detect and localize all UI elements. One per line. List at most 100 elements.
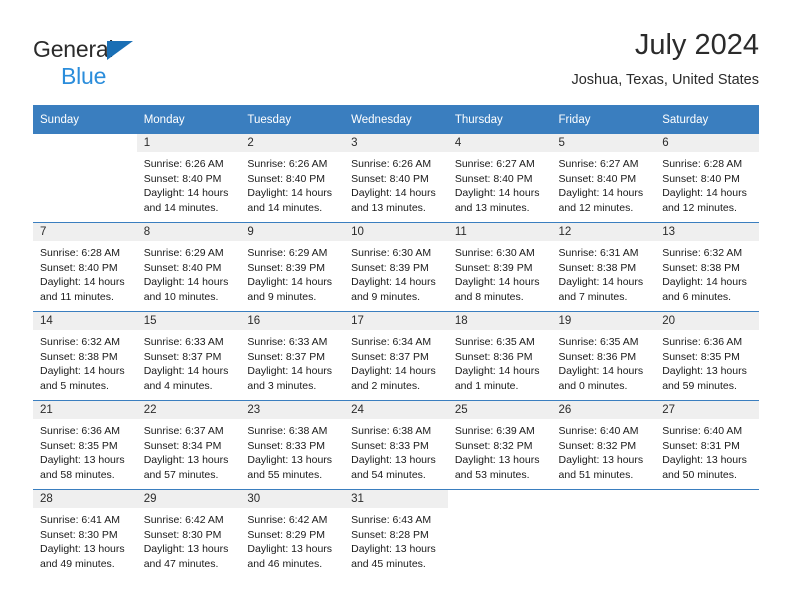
daylight-text-line2: and 13 minutes. bbox=[351, 201, 426, 214]
calendar-page: General Blue July 2024 Joshua, Texas, Un… bbox=[0, 0, 792, 612]
day-cell[interactable]: 29 Sunrise: 6:42 AM Sunset: 8:30 PM Dayl… bbox=[136, 489, 241, 578]
logo-text-blue: Blue bbox=[61, 63, 107, 89]
daylight-text-line2: and 1 minute. bbox=[454, 379, 519, 392]
day-cell[interactable]: 15 Sunrise: 6:33 AM Sunset: 8:37 PM Dayl… bbox=[136, 311, 241, 401]
day-cell[interactable]: 8 Sunrise: 6:29 AM Sunset: 8:40 PM Dayli… bbox=[136, 222, 241, 312]
weekday-header-wednesday: Wednesday bbox=[344, 105, 448, 134]
day-details: Sunrise: 6:28 AM Sunset: 8:40 PM Dayligh… bbox=[655, 152, 759, 215]
sunset-text: Sunset: 8:40 PM bbox=[143, 261, 222, 274]
general-blue-logo: General Blue bbox=[33, 38, 263, 90]
month-calendar-table: Sunday Monday Tuesday Wednesday Thursday… bbox=[33, 105, 759, 578]
calendar-week-row: 7 Sunrise: 6:28 AM Sunset: 8:40 PM Dayli… bbox=[33, 222, 759, 312]
day-cell[interactable]: 9 Sunrise: 6:29 AM Sunset: 8:39 PM Dayli… bbox=[240, 222, 345, 312]
daylight-text-line2: and 9 minutes. bbox=[247, 290, 317, 303]
daylight-text-line1: Daylight: 14 hours bbox=[454, 187, 540, 199]
calendar-week-row: 1 Sunrise: 6:26 AM Sunset: 8:40 PM Dayli… bbox=[33, 134, 759, 223]
day-cell[interactable]: 18 Sunrise: 6:35 AM Sunset: 8:36 PM Dayl… bbox=[447, 311, 552, 401]
daylight-text-line1: Daylight: 13 hours bbox=[454, 454, 540, 466]
sunrise-text: Sunrise: 6:36 AM bbox=[662, 336, 743, 348]
day-details: Sunrise: 6:32 AM Sunset: 8:38 PM Dayligh… bbox=[33, 330, 137, 393]
day-cell[interactable]: 11 Sunrise: 6:30 AM Sunset: 8:39 PM Dayl… bbox=[447, 222, 552, 312]
day-cell[interactable]: 21 Sunrise: 6:36 AM Sunset: 8:35 PM Dayl… bbox=[33, 400, 137, 490]
day-details: Sunrise: 6:42 AM Sunset: 8:30 PM Dayligh… bbox=[137, 508, 241, 571]
daylight-text-line2: and 57 minutes. bbox=[143, 468, 219, 481]
sunrise-text: Sunrise: 6:28 AM bbox=[662, 158, 743, 170]
sunrise-text: Sunrise: 6:27 AM bbox=[454, 158, 535, 170]
day-cell[interactable]: 17 Sunrise: 6:34 AM Sunset: 8:37 PM Dayl… bbox=[344, 311, 448, 401]
day-number: 16 bbox=[240, 312, 345, 330]
daylight-text-line2: and 53 minutes. bbox=[454, 468, 530, 481]
daylight-text-line1: Daylight: 14 hours bbox=[143, 187, 229, 199]
day-cell[interactable]: 27 Sunrise: 6:40 AM Sunset: 8:31 PM Dayl… bbox=[655, 400, 759, 490]
day-cell[interactable]: 20 Sunrise: 6:36 AM Sunset: 8:35 PM Dayl… bbox=[655, 311, 759, 401]
day-cell[interactable]: 12 Sunrise: 6:31 AM Sunset: 8:38 PM Dayl… bbox=[551, 222, 656, 312]
calendar-header-row: Sunday Monday Tuesday Wednesday Thursday… bbox=[33, 105, 759, 134]
day-number: 27 bbox=[655, 401, 759, 419]
sunrise-text: Sunrise: 6:42 AM bbox=[247, 514, 328, 526]
day-cell[interactable]: 23 Sunrise: 6:38 AM Sunset: 8:33 PM Dayl… bbox=[240, 400, 345, 490]
day-cell[interactable]: 2 Sunrise: 6:26 AM Sunset: 8:40 PM Dayli… bbox=[240, 134, 345, 223]
day-cell[interactable]: 16 Sunrise: 6:33 AM Sunset: 8:37 PM Dayl… bbox=[240, 311, 345, 401]
sunset-text: Sunset: 8:40 PM bbox=[143, 172, 222, 185]
day-cell[interactable]: 5 Sunrise: 6:27 AM Sunset: 8:40 PM Dayli… bbox=[551, 134, 656, 223]
daylight-text-line1: Daylight: 14 hours bbox=[40, 365, 125, 377]
day-cell[interactable]: 26 Sunrise: 6:40 AM Sunset: 8:32 PM Dayl… bbox=[551, 400, 656, 490]
daylight-text-line2: and 45 minutes. bbox=[351, 557, 426, 570]
sunset-text: Sunset: 8:37 PM bbox=[351, 350, 429, 363]
day-number: 9 bbox=[240, 223, 345, 241]
day-cell[interactable]: 6 Sunrise: 6:28 AM Sunset: 8:40 PM Dayli… bbox=[655, 134, 759, 223]
day-number: 12 bbox=[551, 223, 656, 241]
daylight-text-line1: Daylight: 14 hours bbox=[247, 187, 333, 199]
day-details: Sunrise: 6:35 AM Sunset: 8:36 PM Dayligh… bbox=[552, 330, 656, 393]
day-details: Sunrise: 6:36 AM Sunset: 8:35 PM Dayligh… bbox=[655, 330, 759, 393]
day-number: 2 bbox=[240, 134, 345, 152]
sunrise-text: Sunrise: 6:35 AM bbox=[558, 336, 639, 348]
day-details bbox=[552, 508, 656, 513]
day-cell[interactable]: 28 Sunrise: 6:41 AM Sunset: 8:30 PM Dayl… bbox=[33, 489, 137, 578]
sunrise-text: Sunrise: 6:35 AM bbox=[454, 336, 535, 348]
day-number: 22 bbox=[136, 401, 241, 419]
sunset-text: Sunset: 8:30 PM bbox=[40, 528, 118, 541]
day-cell[interactable]: 3 Sunrise: 6:26 AM Sunset: 8:40 PM Dayli… bbox=[344, 134, 448, 223]
sunset-text: Sunset: 8:40 PM bbox=[351, 172, 429, 185]
sunset-text: Sunset: 8:28 PM bbox=[351, 528, 429, 541]
day-cell[interactable]: 25 Sunrise: 6:39 AM Sunset: 8:32 PM Dayl… bbox=[447, 400, 552, 490]
day-cell[interactable]: 7 Sunrise: 6:28 AM Sunset: 8:40 PM Dayli… bbox=[33, 222, 137, 312]
daylight-text-line2: and 0 minutes. bbox=[558, 379, 628, 392]
sunset-text: Sunset: 8:38 PM bbox=[662, 261, 740, 274]
sunrise-text: Sunrise: 6:37 AM bbox=[143, 425, 224, 437]
day-number bbox=[448, 490, 552, 508]
day-number: 31 bbox=[344, 490, 448, 508]
day-details bbox=[33, 152, 137, 157]
sunset-text: Sunset: 8:39 PM bbox=[351, 261, 429, 274]
day-number: 17 bbox=[344, 312, 448, 330]
day-cell[interactable]: 24 Sunrise: 6:38 AM Sunset: 8:33 PM Dayl… bbox=[344, 400, 448, 490]
daylight-text-line2: and 14 minutes. bbox=[247, 201, 323, 214]
daylight-text-line1: Daylight: 14 hours bbox=[454, 276, 540, 288]
daylight-text-line1: Daylight: 13 hours bbox=[143, 454, 229, 466]
day-cell[interactable]: 10 Sunrise: 6:30 AM Sunset: 8:39 PM Dayl… bbox=[344, 222, 448, 312]
sunrise-text: Sunrise: 6:26 AM bbox=[247, 158, 328, 170]
daylight-text-line1: Daylight: 13 hours bbox=[351, 454, 436, 466]
day-number: 20 bbox=[655, 312, 759, 330]
daylight-text-line1: Daylight: 13 hours bbox=[247, 454, 333, 466]
sunrise-text: Sunrise: 6:42 AM bbox=[143, 514, 224, 526]
day-cell[interactable]: 14 Sunrise: 6:32 AM Sunset: 8:38 PM Dayl… bbox=[33, 311, 137, 401]
day-cell[interactable]: 13 Sunrise: 6:32 AM Sunset: 8:38 PM Dayl… bbox=[655, 222, 759, 312]
day-cell[interactable]: 19 Sunrise: 6:35 AM Sunset: 8:36 PM Dayl… bbox=[551, 311, 656, 401]
page-title: July 2024 bbox=[634, 29, 759, 61]
day-details: Sunrise: 6:27 AM Sunset: 8:40 PM Dayligh… bbox=[448, 152, 552, 215]
daylight-text-line2: and 49 minutes. bbox=[40, 557, 115, 570]
daylight-text-line1: Daylight: 14 hours bbox=[247, 276, 333, 288]
weekday-header-tuesday: Tuesday bbox=[240, 105, 345, 134]
day-details: Sunrise: 6:40 AM Sunset: 8:31 PM Dayligh… bbox=[655, 419, 759, 482]
day-cell[interactable]: 30 Sunrise: 6:42 AM Sunset: 8:29 PM Dayl… bbox=[240, 489, 345, 578]
day-cell[interactable]: 1 Sunrise: 6:26 AM Sunset: 8:40 PM Dayli… bbox=[136, 134, 241, 223]
day-cell[interactable]: 4 Sunrise: 6:27 AM Sunset: 8:40 PM Dayli… bbox=[447, 134, 552, 223]
day-cell[interactable]: 22 Sunrise: 6:37 AM Sunset: 8:34 PM Dayl… bbox=[136, 400, 241, 490]
day-details: Sunrise: 6:29 AM Sunset: 8:39 PM Dayligh… bbox=[240, 241, 344, 304]
day-number bbox=[33, 134, 137, 152]
day-cell[interactable]: 31 Sunrise: 6:43 AM Sunset: 8:28 PM Dayl… bbox=[344, 489, 448, 578]
daylight-text-line1: Daylight: 14 hours bbox=[351, 187, 436, 199]
sunset-text: Sunset: 8:30 PM bbox=[143, 528, 222, 541]
